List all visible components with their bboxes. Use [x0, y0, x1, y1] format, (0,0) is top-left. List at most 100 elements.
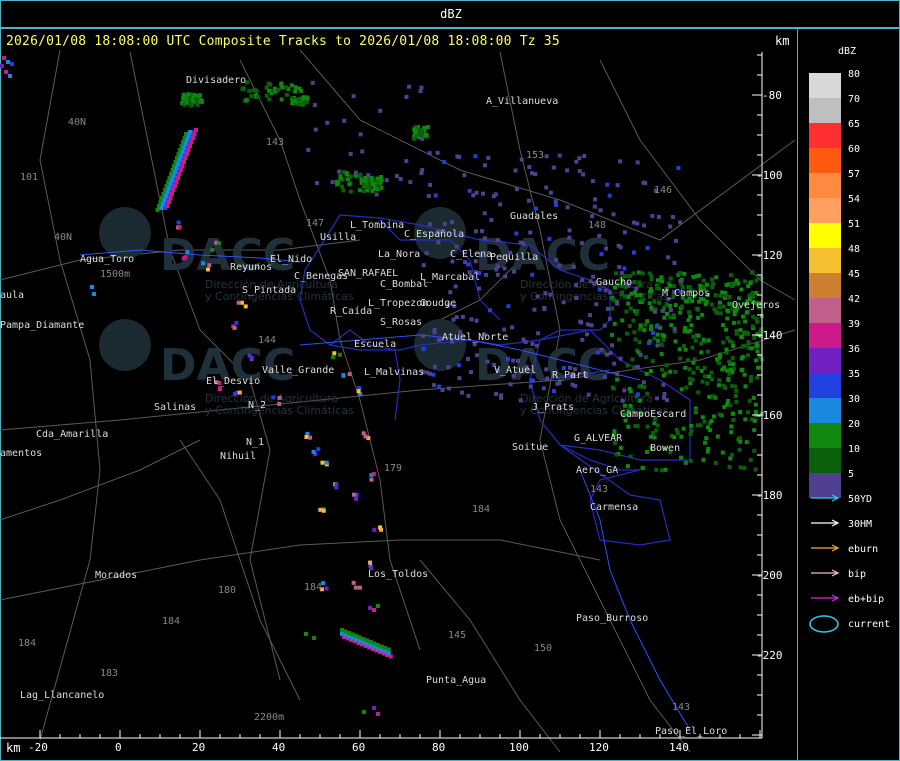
- echo-cell: [647, 294, 652, 299]
- echo-cell: [232, 325, 237, 330]
- echo-cell: [723, 385, 728, 390]
- echo-cell: [376, 712, 380, 716]
- echo-cell: [717, 300, 722, 305]
- place-label: Usilla: [320, 232, 356, 243]
- echo-cell: [474, 190, 479, 195]
- echo-cell: [453, 284, 458, 289]
- echo-cell: [733, 394, 738, 399]
- svg-text:146: 146: [654, 185, 672, 196]
- legend-swatch: [809, 473, 841, 498]
- echo-cell: [519, 157, 524, 162]
- echo-cell: [451, 317, 456, 322]
- echo-cell: [368, 606, 372, 610]
- place-label: El_Nido: [270, 254, 312, 265]
- echo-cell: [567, 228, 572, 233]
- echo-cell: [668, 307, 673, 312]
- x-tick-label: 40: [272, 741, 285, 754]
- echo-cell: [372, 641, 377, 646]
- place-label: El_Desvio: [206, 376, 260, 387]
- echo-cell: [684, 299, 689, 304]
- legend-swatch: [809, 173, 841, 198]
- x-tick-label: 140: [669, 741, 689, 754]
- echo-cell: [6, 60, 10, 64]
- echo-cell: [759, 276, 764, 281]
- echo-cell: [419, 171, 424, 176]
- place-label: Cda_Amarilla: [36, 429, 108, 440]
- echo-cell: [180, 150, 185, 154]
- echo-cell: [631, 220, 636, 225]
- echo-cell: [668, 369, 673, 374]
- echo-cell: [661, 337, 666, 342]
- echo-cell: [425, 370, 430, 375]
- echo-cell: [673, 303, 678, 308]
- echo-cell: [237, 390, 242, 395]
- echo-cell: [640, 271, 645, 276]
- echo-cell: [678, 310, 683, 315]
- echo-cell: [477, 286, 482, 291]
- echo-cell: [746, 410, 751, 415]
- radar-map[interactable]: DACC DACC DACC DACC Dirección de Agricul…: [0, 0, 900, 761]
- x-tick-label: 100: [509, 741, 529, 754]
- echo-cell: [688, 381, 693, 386]
- echo-cell: [350, 632, 355, 637]
- echo-cell: [362, 710, 366, 714]
- echo-cell: [679, 304, 684, 309]
- echo-cell: [312, 103, 317, 108]
- track-label: eb+bip: [848, 594, 884, 605]
- echo-cell: [332, 351, 337, 356]
- echo-cell: [252, 87, 257, 92]
- legend-value: 80: [848, 69, 860, 80]
- echo-cell: [704, 436, 709, 441]
- echo-cell: [750, 324, 755, 329]
- echo-cell: [742, 466, 747, 471]
- echo-cell: [728, 368, 733, 373]
- place-label: L_Marcabal: [420, 272, 480, 283]
- echo-cell: [724, 327, 729, 332]
- echo-cell: [652, 336, 657, 341]
- echo-cell: [612, 361, 617, 366]
- echo-cell: [183, 142, 188, 146]
- echo-cell: [180, 164, 185, 168]
- svg-text:40N: 40N: [54, 232, 72, 243]
- place-label: V_Atuel: [494, 365, 536, 376]
- place-label: L_Malvinas: [364, 367, 424, 378]
- echo-cell: [311, 449, 316, 454]
- svg-text:148: 148: [588, 220, 606, 231]
- echo-cell: [518, 398, 523, 403]
- echo-cell: [622, 388, 627, 393]
- echo-cell: [557, 153, 562, 158]
- echo-cell: [343, 629, 348, 634]
- echo-cell: [678, 455, 683, 460]
- echo-cell: [173, 170, 177, 174]
- echo-cell: [693, 338, 698, 343]
- place-label: Carmensa: [590, 502, 638, 513]
- echo-cell: [640, 466, 645, 471]
- echo-cell: [626, 424, 631, 429]
- echo-cell: [752, 428, 757, 433]
- echo-cell: [310, 80, 315, 85]
- echo-cell: [656, 214, 661, 219]
- echo-cell: [731, 417, 736, 422]
- echo-cell: [433, 193, 438, 198]
- legend-value: 70: [848, 94, 860, 105]
- echo-cell: [188, 130, 192, 134]
- echo-cell: [433, 364, 438, 369]
- echo-cell: [588, 279, 593, 284]
- echo-cell: [548, 292, 553, 297]
- echo-cell: [659, 342, 664, 347]
- echo-cell: [635, 364, 640, 369]
- echo-cell: [591, 274, 596, 279]
- echo-cell: [590, 179, 595, 184]
- echo-cell: [179, 168, 183, 172]
- echo-cell: [289, 83, 294, 88]
- echo-cell: [687, 310, 692, 315]
- echo-cell: [727, 465, 732, 470]
- echo-cell: [718, 311, 723, 316]
- echo-cell: [717, 378, 722, 383]
- echo-cell: [353, 170, 358, 175]
- echo-cell: [650, 359, 655, 364]
- echo-cell: [442, 222, 447, 227]
- echo-cell: [427, 222, 432, 227]
- echo-cell: [256, 95, 261, 100]
- echo-cell: [425, 125, 430, 130]
